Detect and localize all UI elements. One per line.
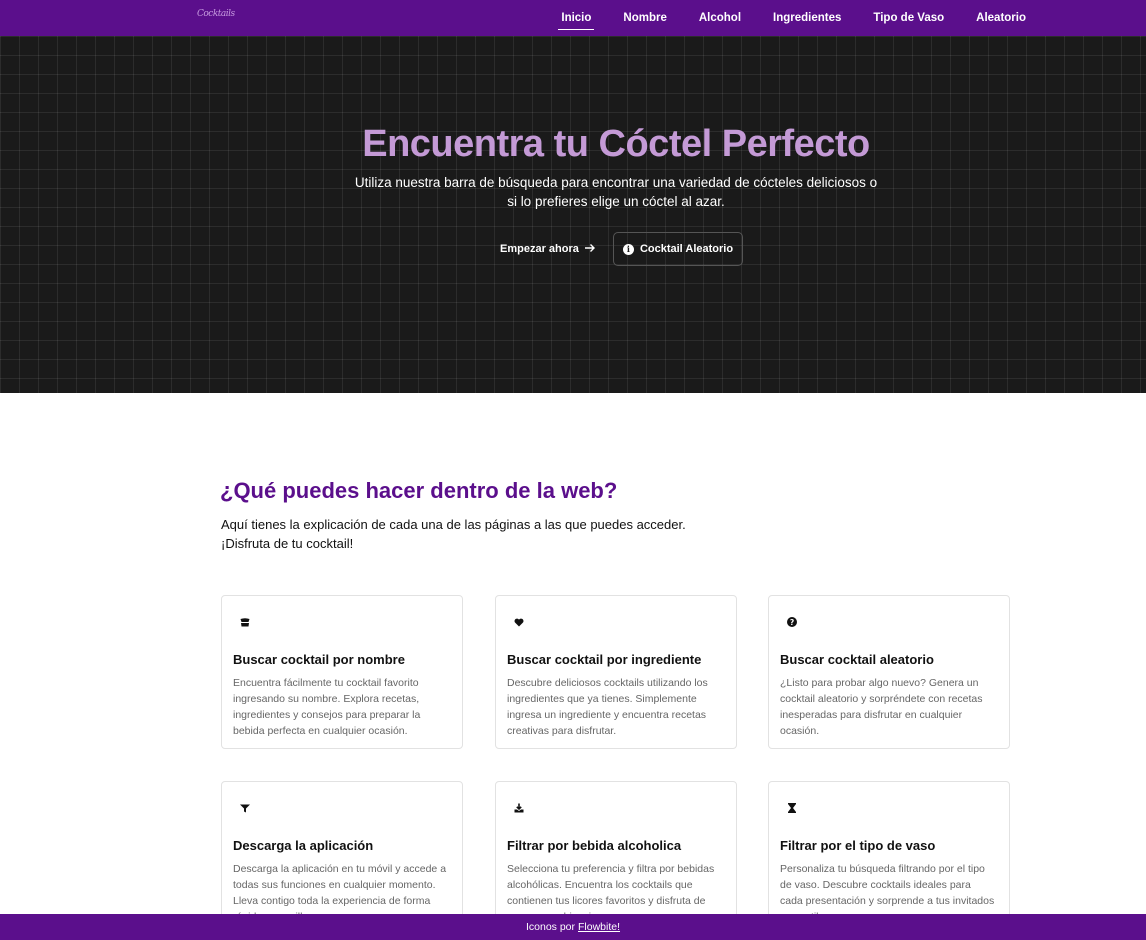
nav-link-tipo-de-vaso[interactable]: Tipo de Vaso <box>870 10 947 26</box>
nav-links: Inicio Nombre Alcohol Ingredientes Tipo … <box>532 0 1029 36</box>
start-now-button[interactable]: Empezar ahora <box>500 232 596 266</box>
info-icon: i <box>622 243 634 255</box>
feature-card-ingredient[interactable]: Buscar cocktail por ingrediente Descubre… <box>495 595 737 749</box>
cocktail-glass-icon <box>239 616 251 628</box>
flowbite-link[interactable]: Flowbite! <box>578 921 620 933</box>
heart-icon <box>513 616 525 628</box>
feature-card-alcohol[interactable]: Filtrar por bebida alcoholica Selecciona… <box>495 781 737 935</box>
start-now-label: Empezar ahora <box>500 243 579 255</box>
features-description: Aquí tienes la explicación de cada una d… <box>221 515 781 553</box>
nav-link-ingredientes[interactable]: Ingredientes <box>770 10 844 26</box>
card-text: Encuentra fácilmente tu cocktail favorit… <box>233 677 421 737</box>
card-title: Filtrar por el tipo de vaso <box>780 838 936 853</box>
hourglass-icon <box>786 802 798 814</box>
hero-subtitle: Utiliza nuestra barra de búsqueda para e… <box>354 175 878 209</box>
svg-text:?: ? <box>790 618 794 627</box>
feature-card-glass[interactable]: Filtrar por el tipo de vaso Personaliza … <box>768 781 1010 935</box>
card-title: Filtrar por bebida alcoholica <box>507 838 682 853</box>
random-cocktail-button[interactable]: i Cocktail Aleatorio <box>613 232 743 266</box>
nav-link-inicio[interactable]: Inicio <box>558 10 595 30</box>
card-title: Descarga la aplicación <box>233 838 374 853</box>
card-text: ¿Listo para probar algo nuevo? Genera un… <box>780 677 983 737</box>
hero-buttons: Empezar ahora i Cocktail Aleatorio <box>0 232 1146 266</box>
nav-link-alcohol[interactable]: Alcohol <box>696 10 744 26</box>
features-description-line2: ¡Disfruta de tu cocktail! <box>221 536 354 551</box>
question-circle-icon: ? <box>786 616 798 628</box>
card-title: Buscar cocktail por nombre <box>233 652 405 667</box>
nav-link-nombre[interactable]: Nombre <box>620 10 669 26</box>
card-title: Buscar cocktail por ingrediente <box>507 652 702 667</box>
nav-link-aleatorio[interactable]: Aleatorio <box>973 10 1029 26</box>
card-title: Buscar cocktail aleatorio <box>780 652 934 667</box>
feature-card-name[interactable]: Buscar cocktail por nombre Encuentra fác… <box>221 595 463 749</box>
hero-section: Encuentra tu Cóctel Perfecto Utiliza nue… <box>0 36 1146 393</box>
card-text: Descubre deliciosos cocktails utilizando… <box>507 677 708 737</box>
feature-card-download-app[interactable]: Descarga la aplicación Descarga la aplic… <box>221 781 463 935</box>
random-cocktail-label: Cocktail Aleatorio <box>639 243 734 255</box>
filter-icon <box>239 802 251 814</box>
top-navbar: Cocktails Inicio Nombre Alcohol Ingredie… <box>0 0 1146 36</box>
feature-card-random[interactable]: ? Buscar cocktail aleatorio ¿Listo para … <box>768 595 1010 749</box>
features-title: ¿Qué puedes hacer dentro de la web? <box>220 478 618 503</box>
site-logo[interactable]: Cocktails <box>197 9 235 19</box>
features-description-line1: Aquí tienes la explicación de cada una d… <box>221 517 686 532</box>
footer-text: Iconos por <box>525 921 575 933</box>
hero-title: Encuentra tu Cóctel Perfecto <box>362 123 870 165</box>
arrow-right-icon <box>584 242 596 256</box>
footer-bar: Iconos por Flowbite! <box>0 914 1146 940</box>
download-icon <box>513 802 525 814</box>
